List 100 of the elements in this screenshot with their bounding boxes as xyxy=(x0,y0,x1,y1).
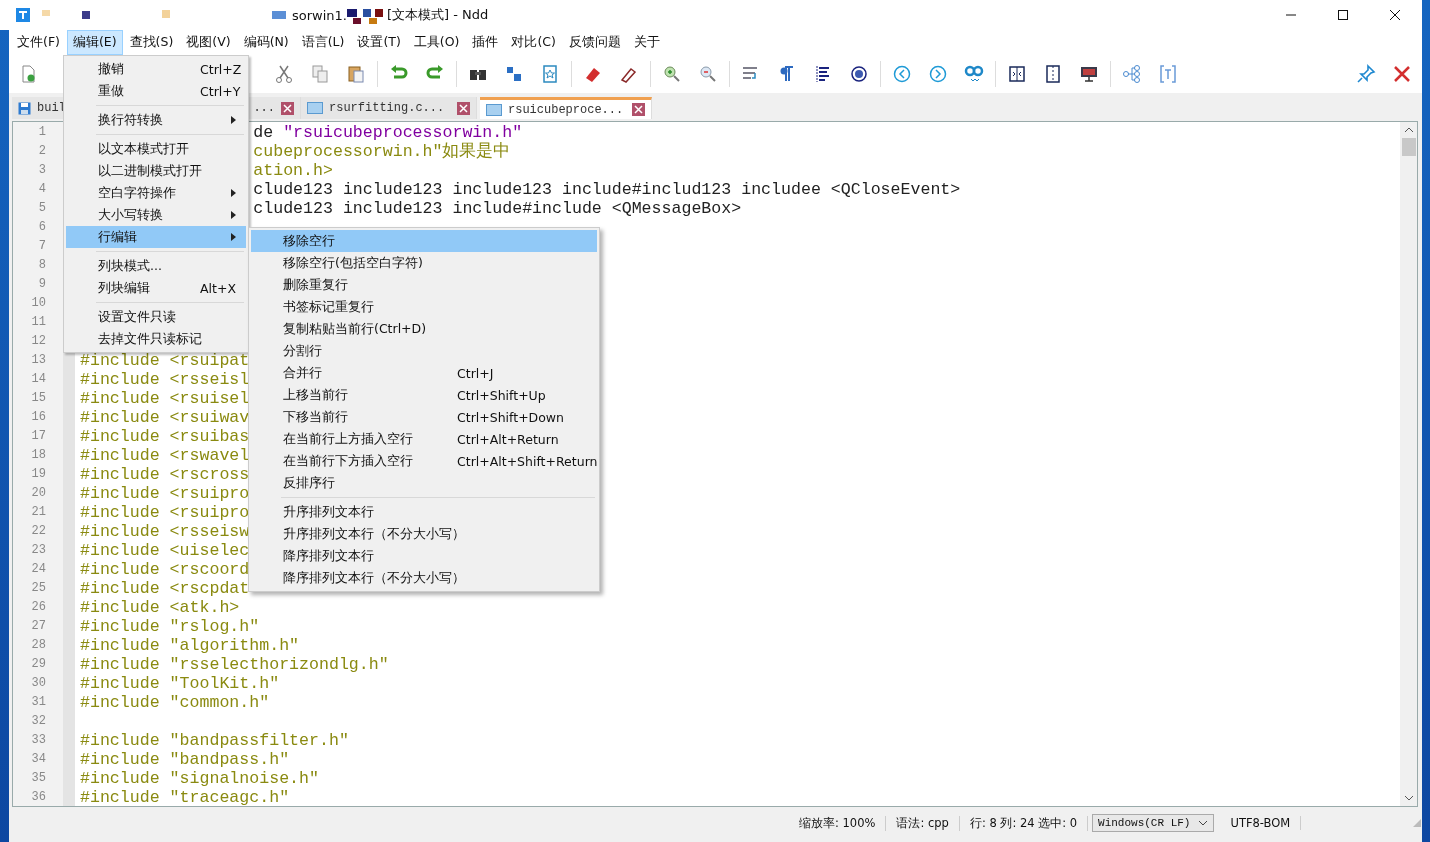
code-line: clude123 include123 include#include <QMessageBox> xyxy=(253,199,742,218)
tree-icon[interactable] xyxy=(1122,64,1142,84)
menu-item[interactable]: 下移当前行 Ctrl+Shift+Down xyxy=(251,406,597,428)
line-number: 21 xyxy=(30,504,47,521)
menu-item[interactable]: 行编辑 xyxy=(66,226,246,248)
zoom-in-icon[interactable] xyxy=(662,64,682,84)
code-line: #include "rslog.h" xyxy=(80,617,260,636)
menu-item[interactable]: 反馈问题 xyxy=(562,30,627,55)
menu-item[interactable]: 降序排列文本行（不分大小写） xyxy=(251,567,597,589)
menu-item[interactable]: 重做 Ctrl+Y xyxy=(66,80,246,102)
menu-item[interactable]: 合并行 Ctrl+J xyxy=(251,362,597,384)
menu-item[interactable]: 列块模式... xyxy=(66,255,246,277)
pin-icon[interactable] xyxy=(1356,64,1376,84)
line-number: 29 xyxy=(30,656,47,673)
scroll-up-icon[interactable] xyxy=(1403,126,1414,134)
menu-item[interactable]: 在当前行上方插入空行 Ctrl+Alt+Return xyxy=(251,428,597,450)
code-line: #include <rsuipro xyxy=(80,503,250,522)
code-line: #include <rswavel xyxy=(80,446,250,465)
menu-item[interactable]: 编码(N) xyxy=(237,30,295,55)
menu-item[interactable]: 复制粘贴当前行(Ctrl+D) xyxy=(251,318,597,340)
monitor-icon[interactable] xyxy=(1079,64,1099,84)
submenu-arrow-icon xyxy=(231,233,236,241)
file-tab[interactable]: rsurfitting.c... xyxy=(301,97,477,119)
resize-grip-icon[interactable] xyxy=(1412,818,1422,828)
line-ending-dropdown[interactable]: Windows(CR LF) xyxy=(1092,814,1215,832)
menu-item[interactable]: 以文本模式打开 xyxy=(66,138,246,160)
line-number: 9 xyxy=(37,276,47,293)
menu-item[interactable]: 删除重复行 xyxy=(251,274,597,296)
file-icon xyxy=(307,102,323,114)
menu-item[interactable]: 编辑(E) xyxy=(66,30,123,55)
menu-item[interactable]: 书签标记重复行 xyxy=(251,296,597,318)
line-number: 15 xyxy=(30,390,47,407)
bookmark-icon[interactable] xyxy=(540,64,560,84)
line-number: 13 xyxy=(30,352,47,369)
menu-item[interactable]: 降序排列文本行 xyxy=(251,545,597,567)
menu-item[interactable]: 以二进制模式打开 xyxy=(66,160,246,182)
menu-item[interactable]: 在当前行下方插入空行 Ctrl+Alt+Shift+Return xyxy=(251,450,597,472)
file-tab[interactable]: rsuicubeproce... xyxy=(480,97,652,119)
line-number: 36 xyxy=(30,789,47,806)
menu-item[interactable]: 去掉文件只读标记 xyxy=(66,328,246,350)
code-line: ation.h> xyxy=(253,161,333,180)
menu-item[interactable]: 语言(L) xyxy=(295,30,351,55)
file-icon xyxy=(486,103,502,116)
line-number: 18 xyxy=(30,447,47,464)
menu-item[interactable]: 升序排列文本行（不分大小写） xyxy=(251,523,597,545)
window-title: [文本模式] - Ndd xyxy=(386,6,489,24)
zoom-out-icon[interactable] xyxy=(698,64,718,84)
menu-item[interactable]: 列块编辑 Alt+X xyxy=(66,277,246,299)
code-line: #include "bandpassfilter.h" xyxy=(80,731,349,750)
menu-item[interactable]: 文件(F) xyxy=(11,30,66,55)
menu-item[interactable]: 反排序行 xyxy=(251,472,597,494)
target-icon[interactable] xyxy=(849,64,869,84)
menu-item[interactable]: 查找(S) xyxy=(123,30,180,55)
code-line: #include <rsuipro xyxy=(80,484,250,503)
menu-item[interactable]: 移除空行 xyxy=(251,230,597,252)
line-number: 31 xyxy=(30,694,47,711)
cut-icon[interactable] xyxy=(274,64,294,84)
close-icon[interactable] xyxy=(1389,9,1401,21)
line-number: 32 xyxy=(30,713,47,730)
right-circle-icon[interactable] xyxy=(928,64,948,84)
menu-item[interactable]: 视图(V) xyxy=(180,30,237,55)
line-number: 30 xyxy=(30,675,47,692)
cursor-position: 行: 8 列: 24 选中: 0 xyxy=(959,815,1089,831)
menu-item[interactable]: 分割行 xyxy=(251,340,597,362)
menu-item[interactable]: 升序排列文本行 xyxy=(251,501,597,523)
menu-item[interactable]: 撤销 Ctrl+Z xyxy=(66,58,246,80)
menu-item[interactable]: 大小写转换 xyxy=(66,204,246,226)
left-circle-icon[interactable] xyxy=(892,64,912,84)
scroll-thumb[interactable] xyxy=(1401,138,1416,156)
encoding-label: UTF8-BOM xyxy=(1220,816,1302,830)
menu-item[interactable]: 空白字符操作 xyxy=(66,182,246,204)
submenu-arrow-icon xyxy=(231,211,236,219)
code-line: #include "traceagc.h" xyxy=(80,788,290,806)
menu-item[interactable]: 插件 xyxy=(466,30,505,55)
scrollbar[interactable] xyxy=(1400,122,1417,806)
menu-item[interactable]: 换行符转换 xyxy=(66,109,246,131)
line-number: 34 xyxy=(30,751,47,768)
code-line: #include <rscoord xyxy=(80,560,250,579)
code-line: #include <rsuiwav xyxy=(80,408,250,427)
line-number: 14 xyxy=(30,371,47,388)
menu-item[interactable]: 工具(O) xyxy=(407,30,466,55)
split-icon[interactable] xyxy=(1043,64,1063,84)
go-icon[interactable] xyxy=(964,64,984,84)
paste-icon[interactable] xyxy=(346,64,366,84)
code-line: #include <uiselec xyxy=(80,541,250,560)
scroll-down-icon[interactable] xyxy=(1403,794,1414,802)
menu-item[interactable]: 上移当前行 Ctrl+Shift+Up xyxy=(251,384,597,406)
menu-item[interactable]: 关于 xyxy=(627,30,666,55)
code-line: #include "common.h" xyxy=(80,693,270,712)
line-number: 8 xyxy=(37,257,47,274)
new-file-icon[interactable] xyxy=(19,65,37,83)
menu-item[interactable]: 对比(C) xyxy=(505,30,562,55)
line-number: 33 xyxy=(30,732,47,749)
code-line: #include <rsseisw xyxy=(80,522,250,541)
menu-item[interactable]: 设置文件只读 xyxy=(66,306,246,328)
menu-item[interactable]: 设置(T) xyxy=(351,30,407,55)
maximize-icon[interactable] xyxy=(1337,9,1349,21)
code-line: #include <atk.h> xyxy=(80,598,240,617)
menu-item[interactable]: 移除空行(包括空白字符) xyxy=(251,252,597,274)
submenu-arrow-icon xyxy=(231,116,236,124)
